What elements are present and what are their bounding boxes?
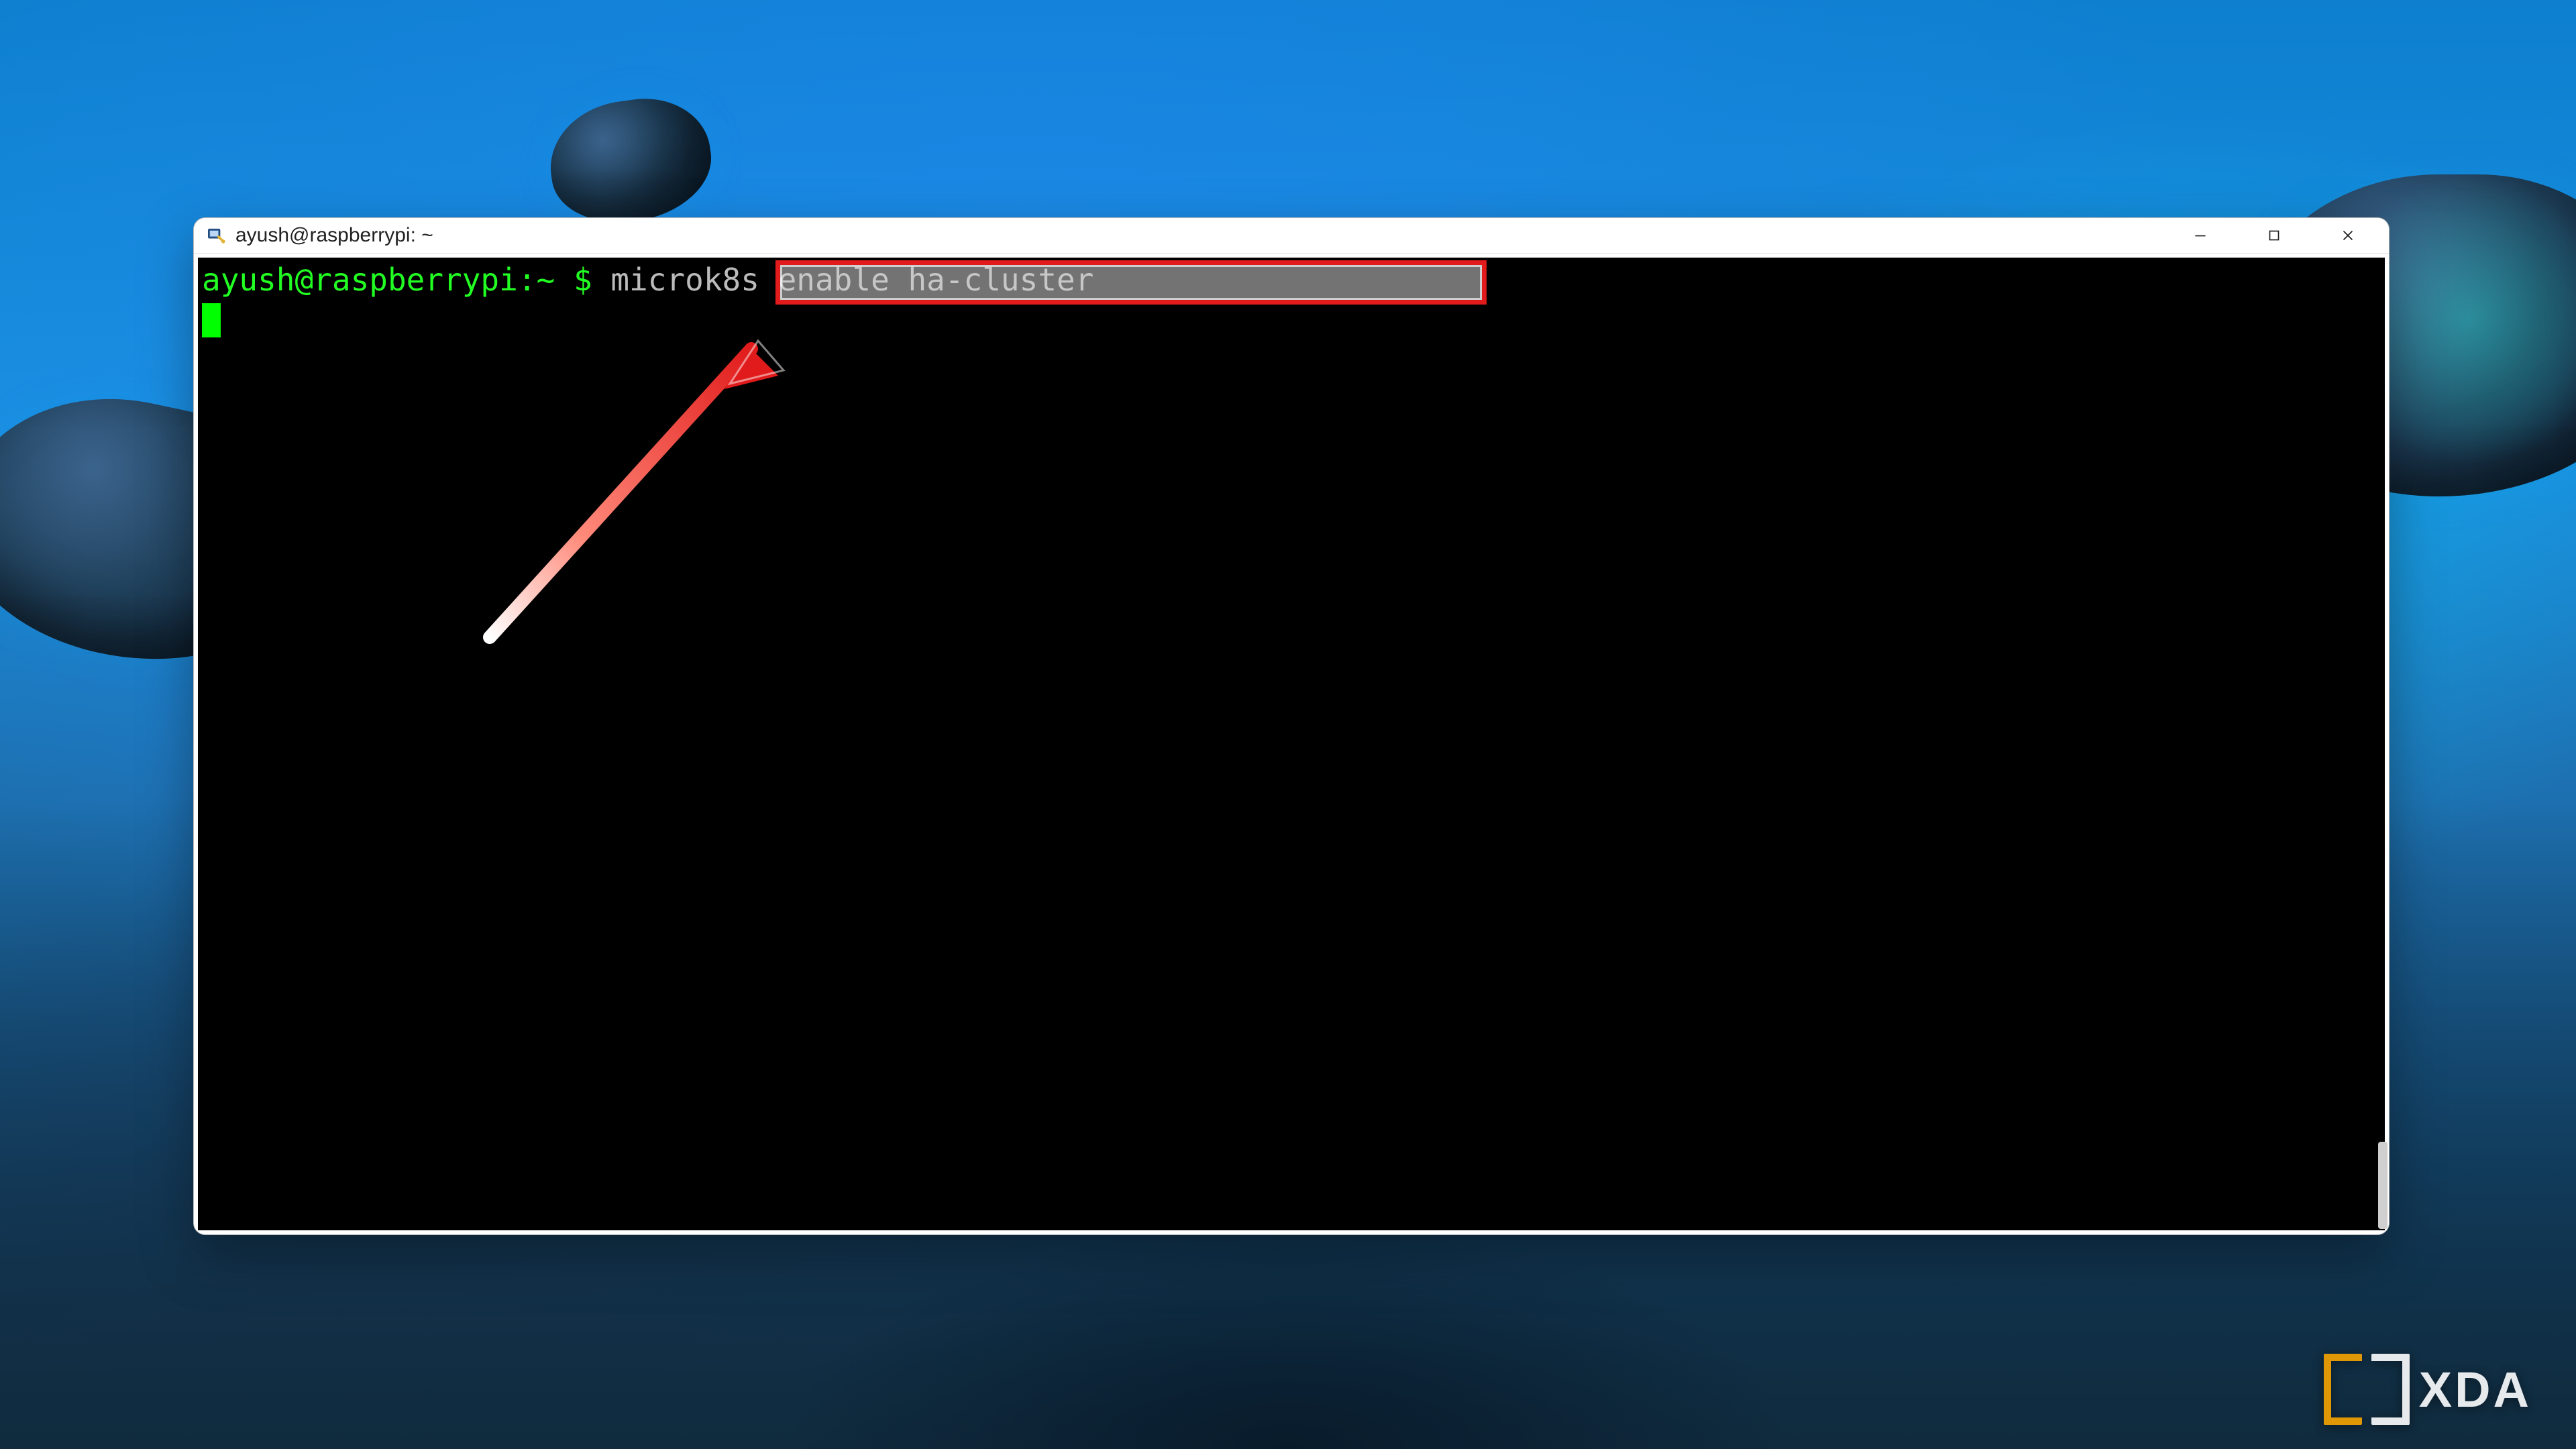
prompt-user: ayush: [202, 262, 294, 298]
close-button[interactable]: [2311, 218, 2385, 253]
wallpaper-rock: [543, 90, 719, 232]
prompt-at: @: [294, 262, 313, 298]
command-text: microk8s enable ha-cluster: [610, 262, 1093, 298]
scrollbar-thumb[interactable]: [2378, 1142, 2387, 1229]
prompt-path: ~: [537, 262, 555, 298]
vertical-scrollbar[interactable]: [2378, 259, 2387, 1229]
xda-logo-text: XDA: [2419, 1361, 2532, 1418]
prompt-sep: :: [518, 262, 537, 298]
terminal-pane: ayush@raspberrypi:~ $ microk8s enable ha…: [194, 254, 2389, 1234]
prompt-line: ayush@raspberrypi:~ $ microk8s enable ha…: [202, 260, 2381, 300]
prompt-symbol: $: [574, 262, 592, 298]
terminal[interactable]: ayush@raspberrypi:~ $ microk8s enable ha…: [198, 258, 2385, 1230]
cursor-line: [202, 300, 2381, 339]
window-titlebar[interactable]: ayush@raspberrypi: ~: [194, 218, 2389, 254]
bracket-close-icon: [2371, 1354, 2410, 1425]
terminal-window: ayush@raspberrypi: ~ ayush@raspberrypi:~…: [193, 217, 2390, 1235]
bracket-open-icon: [2324, 1354, 2362, 1425]
terminal-cursor-icon: [202, 303, 221, 337]
maximize-button[interactable]: [2237, 218, 2311, 253]
xda-logo: XDA: [2324, 1354, 2532, 1425]
putty-icon: [206, 225, 226, 246]
minimize-button[interactable]: [2163, 218, 2237, 253]
prompt-host: raspberrypi: [313, 262, 518, 298]
window-title: ayush@raspberrypi: ~: [235, 224, 433, 247]
